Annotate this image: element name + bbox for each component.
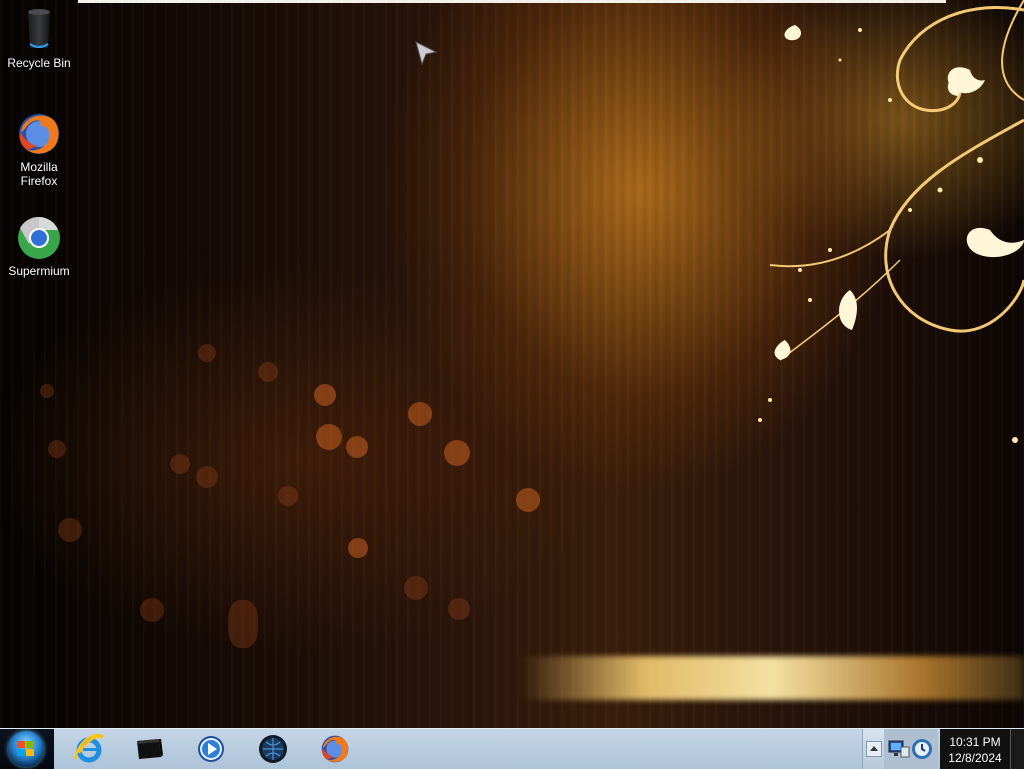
taskbar-pin-browser-globe[interactable] — [246, 731, 300, 767]
taskbar-pin-internet-explorer[interactable] — [62, 731, 116, 767]
wallpaper-bokeh — [314, 384, 336, 406]
wallpaper-bokeh — [40, 384, 54, 398]
clock-time: 10:31 PM — [949, 735, 1001, 749]
network-icon[interactable] — [888, 739, 910, 759]
wallpaper-bokeh — [228, 600, 258, 648]
clock-date: 12/8/2024 — [948, 751, 1002, 765]
browser-globe-icon — [259, 735, 287, 763]
wallpaper-bokeh — [258, 362, 278, 382]
media-player-icon — [198, 736, 224, 762]
system-clock[interactable]: 10:31 PM 12/8/2024 — [940, 729, 1010, 769]
taskbar: 10:31 PM 12/8/2024 — [0, 728, 1024, 769]
taskbar-pin-media-player[interactable] — [184, 731, 238, 767]
desktop-icon-firefox[interactable]: Mozilla Firefox — [1, 110, 77, 188]
wallpaper-bokeh — [58, 518, 82, 542]
wallpaper-bokeh — [444, 440, 470, 466]
wallpaper-bokeh — [516, 488, 540, 512]
supermium-icon — [15, 214, 63, 262]
desktop-icon-recycle-bin[interactable]: Recycle Bin — [1, 6, 77, 70]
taskbar-pin-command-prompt[interactable] — [122, 731, 176, 767]
wallpaper-bokeh — [198, 344, 216, 362]
wallpaper-bokeh — [348, 538, 368, 558]
wallpaper-bokeh — [48, 440, 66, 458]
start-button[interactable] — [0, 729, 54, 769]
desktop-icon-label: Supermium — [8, 264, 70, 278]
recycle-bin-icon — [15, 6, 63, 54]
wallpaper-bokeh — [278, 486, 298, 506]
mouse-pointer-icon — [415, 41, 438, 66]
updater-icon[interactable] — [910, 737, 934, 761]
wallpaper-bokeh — [170, 454, 190, 474]
wallpaper-bokeh — [196, 466, 218, 488]
wallpaper-bokeh — [140, 598, 164, 622]
desktop-icon-label: Mozilla Firefox — [20, 160, 58, 188]
notification-area — [884, 729, 938, 769]
show-desktop-button[interactable] — [1010, 729, 1024, 769]
windows-start-orb-icon — [8, 731, 44, 767]
firefox-icon — [321, 735, 349, 763]
wallpaper-light-bar — [520, 656, 1024, 700]
wallpaper-bokeh — [316, 424, 342, 450]
wallpaper-bokeh — [346, 436, 368, 458]
internet-explorer-icon — [73, 733, 104, 763]
wallpaper-bokeh — [404, 576, 428, 600]
desktop-icon-supermium[interactable]: Supermium — [1, 214, 77, 278]
command-prompt-icon — [137, 739, 163, 759]
desktop-wallpaper — [0, 0, 1024, 728]
wallpaper-gold-swirl — [758, 0, 1024, 443]
show-hidden-icons-button[interactable] — [866, 741, 882, 757]
firefox-icon — [15, 110, 63, 158]
desktop-icon-label: Recycle Bin — [7, 56, 71, 70]
taskbar-pin-firefox[interactable] — [308, 731, 362, 767]
wallpaper-bokeh — [408, 402, 432, 426]
wallpaper-bokeh — [448, 598, 470, 620]
